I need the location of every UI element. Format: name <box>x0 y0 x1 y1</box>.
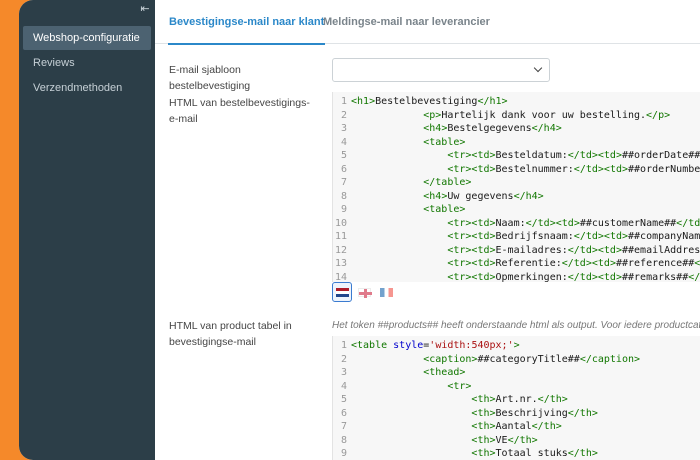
line-number: 1 <box>340 340 347 351</box>
code-line: 10 <tr><td>Naam:</td><td>##customerName#… <box>333 217 700 231</box>
line-number: 11 <box>334 231 347 242</box>
line-number: 4 <box>340 136 347 148</box>
code-line: 9 <table> <box>333 203 700 217</box>
code-text: <tr> <box>447 380 472 392</box>
code-text: </table> <box>423 177 472 188</box>
code-text: <thead> <box>423 367 466 378</box>
nl-flag-icon <box>335 287 349 297</box>
code-line: 8 <th>VE</th> <box>333 434 700 448</box>
line-number: 2 <box>340 353 347 365</box>
code-text: <table style='width:540px;'> <box>351 340 520 351</box>
line-number: 14 <box>334 271 347 283</box>
code-text: <th>Totaal stuks</th> <box>471 448 598 459</box>
code-text: <h1>Bestelbevestiging</h1> <box>351 96 508 107</box>
code-text: <table> <box>423 136 466 148</box>
code-line: 1 <table style='width:540px;'> <box>333 339 700 353</box>
code-text: <caption>##categoryTitle##</caption> <box>423 353 641 365</box>
code-line: 11 <tr><td>Bedrijfsnaam:</td><td>##compa… <box>333 230 700 244</box>
code-lines: 1 <table style='width:540px;'> 2 <caption>… <box>333 336 700 460</box>
code-line: 8 <h4>Uw gegevens</h4> <box>333 190 700 204</box>
line-number: 6 <box>340 163 347 175</box>
code-line: 3 <thead> <box>333 366 700 380</box>
code-text: <h4>Uw gegevens</h4> <box>423 190 544 202</box>
language-button-nl[interactable] <box>332 282 352 302</box>
code-lines: 1 <h1>Bestelbevestiging</h1> 2 <p>Hartelij… <box>333 92 700 282</box>
code-line: 14 <tr><td>Opmerkingen:</td><td>##remark… <box>333 271 700 283</box>
template-select-label: E-mail sjabloon bestelbevestiging <box>169 64 251 92</box>
line-number: 7 <box>340 421 347 432</box>
code-line: 7 </table> <box>333 176 700 190</box>
code-text: <h4>Bestelgegevens</h4> <box>423 123 562 134</box>
code-text: <table> <box>423 204 466 215</box>
code-text: <tr><td>Opmerkingen:</td><td>##remarks##… <box>447 271 700 283</box>
line-number: 1 <box>340 96 347 107</box>
collapse-sidebar-icon[interactable]: ⇤ <box>139 2 151 16</box>
line-number: 9 <box>340 448 347 459</box>
uk-flag-icon <box>357 287 372 298</box>
code-line: 1 <h1>Bestelbevestiging</h1> <box>333 95 700 109</box>
sidebar-item-webshop-configuratie[interactable]: Webshop-configuratie <box>23 26 151 50</box>
code-text: <tr><td>Besteldatum:</td><td>##orderDate… <box>447 150 700 161</box>
code-text: <tr><td>Naam:</td><td>##customerName##</… <box>447 217 700 229</box>
line-number: 12 <box>334 244 347 256</box>
line-number: 3 <box>340 123 347 134</box>
tab-bar: Bevestigingse-mail naar klant Meldingse-… <box>155 0 700 45</box>
sidebar-nav: Webshop-configuratie Reviews Verzendmeth… <box>23 26 151 101</box>
template-select[interactable] <box>332 58 550 82</box>
tab-confirmation-email-customer[interactable]: Bevestigingse-mail naar klant <box>167 0 326 45</box>
line-number: 8 <box>340 190 347 202</box>
code-text: <tr><td>Bestelnummer:</td><td>##orderNum… <box>447 163 700 175</box>
language-button-en[interactable] <box>354 282 374 302</box>
html-confirmation-label: HTML van bestelbevestigings­e-mail <box>169 97 310 125</box>
product-token-hint: Het token ##products## heeft onderstaand… <box>332 320 700 331</box>
code-line: 5 <tr><td>Besteldatum:</td><td>##orderDa… <box>333 149 700 163</box>
line-number: 13 <box>334 258 347 269</box>
language-button-fr[interactable] <box>376 282 396 302</box>
app-window: ⇤ Webshop-configuratie Reviews Verzendme… <box>19 0 700 460</box>
line-number: 3 <box>340 367 347 378</box>
code-text: <tr><td>Referentie:</td><td>##reference#… <box>447 258 700 269</box>
code-line: 4 <table> <box>333 136 700 150</box>
code-line: 3 <h4>Bestelgegevens</h4> <box>333 122 700 136</box>
code-text: <th>Beschrijving</th> <box>471 407 598 419</box>
line-number: 2 <box>340 109 347 121</box>
code-line: 2 <p>Hartelijk dank voor uw bestelling.<… <box>333 109 700 123</box>
line-number: 4 <box>340 380 347 392</box>
tab-notification-email-supplier[interactable]: Meldingse-mail naar leverancier <box>323 0 490 44</box>
line-number: 8 <box>340 434 347 446</box>
code-text: <th>Art.nr.</th> <box>471 394 568 405</box>
code-text: <tr><td>E-mailadres:</td><td>##emailAddr… <box>447 244 700 256</box>
main-panel: Bevestigingse-mail naar klant Meldingse-… <box>155 0 700 460</box>
sidebar: ⇤ Webshop-configuratie Reviews Verzendme… <box>19 0 155 460</box>
product-table-label: HTML van product tabel in bevestigingse-… <box>169 320 292 348</box>
sidebar-item-reviews[interactable]: Reviews <box>23 51 151 75</box>
code-text: <p>Hartelijk dank voor uw bestelling.</p… <box>423 109 671 121</box>
line-number: 5 <box>340 394 347 405</box>
line-number: 6 <box>340 407 347 419</box>
code-text: <th>VE</th> <box>471 434 538 446</box>
code-line: 6 <tr><td>Bestelnummer:</td><td>##orderN… <box>333 163 700 177</box>
line-number: 10 <box>334 217 347 229</box>
code-line: 12 <tr><td>E-mailadres:</td><td>##emailA… <box>333 244 700 258</box>
html-code-editor[interactable]: 1 <h1>Bestelbevestiging</h1> 2 <p>Hartelij… <box>332 92 700 282</box>
code-line: 4 <tr> <box>333 380 700 394</box>
line-number: 7 <box>340 177 347 188</box>
line-number: 9 <box>340 204 347 215</box>
code-line: 5 <th>Art.nr.</th> <box>333 393 700 407</box>
language-switcher <box>332 282 396 302</box>
code-line: 6 <th>Beschrijving</th> <box>333 407 700 421</box>
chevron-down-icon <box>533 63 543 73</box>
fr-flag-icon <box>379 287 393 297</box>
code-text: <th>Aantal</th> <box>471 421 562 432</box>
code-line: 13 <tr><td>Referentie:</td><td>##referen… <box>333 257 700 271</box>
line-number: 5 <box>340 150 347 161</box>
sidebar-item-verzendmethoden[interactable]: Verzendmethoden <box>23 76 151 100</box>
product-table-code-editor[interactable]: 1 <table style='width:540px;'> 2 <caption>… <box>332 336 700 460</box>
code-line: 7 <th>Aantal</th> <box>333 420 700 434</box>
code-line: 9 <th>Totaal stuks</th> <box>333 447 700 460</box>
code-line: 2 <caption>##categoryTitle##</caption> <box>333 353 700 367</box>
code-text: <tr><td>Bedrijfsnaam:</td><td>##companyN… <box>447 231 700 242</box>
